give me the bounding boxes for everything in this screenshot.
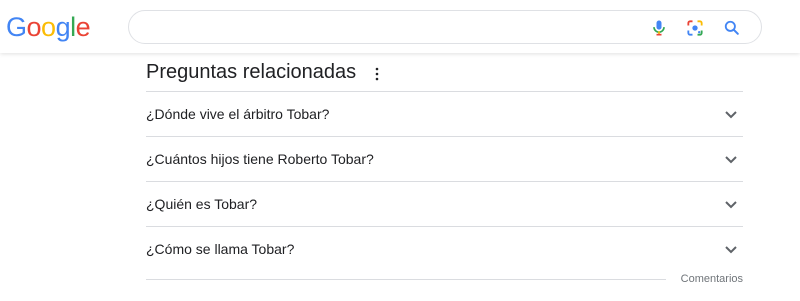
logo-letter: G — [6, 12, 27, 42]
question-item[interactable]: ¿Cómo se llama Tobar? — [146, 227, 743, 272]
more-vert-icon[interactable] — [372, 66, 382, 82]
google-lens-icon[interactable] — [685, 18, 705, 38]
question-text: ¿Cuántos hijos tiene Roberto Tobar? — [146, 151, 374, 167]
question-item[interactable]: ¿Quién es Tobar? — [146, 182, 743, 227]
feedback-link[interactable]: Comentarios — [681, 273, 743, 285]
google-logo[interactable]: Google — [6, 12, 91, 43]
chevron-down-icon[interactable] — [723, 196, 739, 212]
chevron-down-icon[interactable] — [723, 241, 739, 257]
related-questions-header: Preguntas relacionadas — [146, 53, 743, 91]
logo-letter: g — [55, 12, 71, 42]
top-bar: Google — [0, 0, 800, 53]
related-questions-title: Preguntas relacionadas — [146, 61, 357, 83]
mic-icon[interactable] — [649, 18, 669, 38]
logo-letter: o — [26, 12, 42, 42]
search-box — [128, 10, 762, 44]
search-input[interactable] — [145, 17, 625, 39]
feedback-row: Comentarios — [146, 272, 743, 294]
question-item[interactable]: ¿Cuántos hijos tiene Roberto Tobar? — [146, 137, 743, 182]
chevron-down-icon[interactable] — [723, 151, 739, 167]
divider — [146, 279, 666, 280]
logo-letter: e — [75, 12, 91, 42]
question-list: ¿Dónde vive el árbitro Tobar? ¿Cuántos h… — [146, 91, 743, 272]
question-text: ¿Dónde vive el árbitro Tobar? — [146, 106, 330, 122]
question-text: ¿Cómo se llama Tobar? — [146, 241, 295, 257]
question-text: ¿Quién es Tobar? — [146, 196, 258, 212]
search-icon[interactable] — [722, 18, 742, 38]
question-item[interactable]: ¿Dónde vive el árbitro Tobar? — [146, 92, 743, 137]
chevron-down-icon[interactable] — [723, 106, 739, 122]
related-questions-panel: Preguntas relacionadas ¿Dónde vive el ár… — [146, 53, 743, 294]
logo-letter: o — [41, 12, 56, 42]
